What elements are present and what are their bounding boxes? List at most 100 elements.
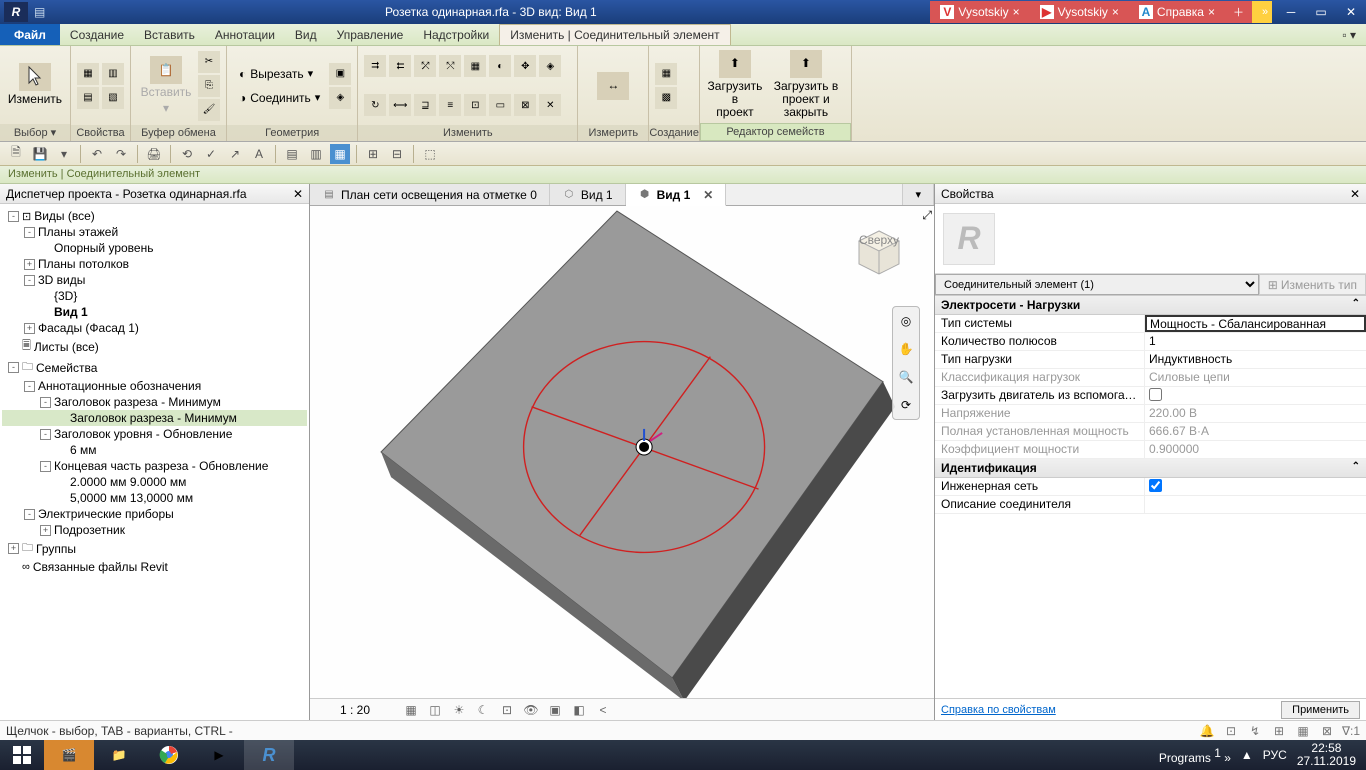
tree-item[interactable]: +Фасады (Фасад 1): [2, 320, 307, 336]
qat-icon[interactable]: ⬚: [420, 144, 440, 164]
menu-view[interactable]: Вид: [285, 24, 327, 45]
vc-misc-icon[interactable]: ◧: [570, 701, 588, 719]
tree-item[interactable]: 2.0000 мм 9.0000 мм: [2, 474, 307, 490]
prop-row[interactable]: Классификация нагрузокСиловые цепи: [935, 369, 1366, 387]
mod-icon[interactable]: ⤲: [439, 55, 461, 77]
tree-item[interactable]: -Заголовок разреза - Минимум: [2, 394, 307, 410]
maximize-button[interactable]: ▭: [1310, 5, 1332, 19]
qat-dropdown-icon[interactable]: ▾: [54, 144, 74, 164]
tree-item[interactable]: 🗏Листы (все): [2, 336, 307, 357]
prop-row[interactable]: Тип системыМощность - Сбалансированная: [935, 315, 1366, 333]
close-icon[interactable]: ✕: [293, 187, 303, 201]
task-chrome[interactable]: [144, 740, 194, 770]
mod-icon[interactable]: ⤱: [414, 55, 436, 77]
qat-redo-icon[interactable]: ↷: [111, 144, 131, 164]
vc-shadow-icon[interactable]: ☾: [474, 701, 492, 719]
nav-pan-icon[interactable]: ✋: [893, 335, 919, 363]
qat-icon[interactable]: ⟲: [177, 144, 197, 164]
load-project[interactable]: ⬆Загрузить в проект: [706, 49, 764, 121]
project-tree[interactable]: -⊡Виды (все)-Планы этажейОпорный уровень…: [0, 204, 309, 720]
apply-button[interactable]: Применить: [1281, 701, 1360, 719]
menu-create[interactable]: Создание: [60, 24, 134, 45]
props-icon-4[interactable]: ▧: [102, 87, 124, 109]
tree-item[interactable]: Опорный уровень: [2, 240, 307, 256]
view-tab-1[interactable]: ▤План сети освещения на отметке 0: [310, 184, 550, 205]
prop-row[interactable]: Полная установленная мощность666.67 В·А: [935, 423, 1366, 441]
prop-checkbox[interactable]: [1149, 479, 1162, 492]
tree-item[interactable]: -Электрические приборы: [2, 506, 307, 522]
task-revit[interactable]: R: [244, 740, 294, 770]
close-icon[interactable]: ×: [1013, 5, 1020, 19]
scale-label[interactable]: 1 : 20: [340, 703, 370, 717]
geom-extra-1[interactable]: ▣: [329, 63, 351, 85]
mod-icon[interactable]: ⟷: [389, 94, 411, 116]
qat-icon[interactable]: ▦: [330, 144, 350, 164]
type-selector[interactable]: Соединительный элемент (1): [935, 274, 1259, 295]
mod-icon[interactable]: ✥: [514, 55, 536, 77]
join-geometry[interactable]: ◑Соединить ▾: [233, 87, 326, 109]
tab-overflow[interactable]: »: [1252, 1, 1272, 23]
task-media[interactable]: ▶: [194, 740, 244, 770]
prop-section-header[interactable]: Электросети - Нагрузки⌃: [935, 296, 1366, 315]
vc-style-icon[interactable]: ◫: [426, 701, 444, 719]
mod-icon[interactable]: ≡: [439, 94, 461, 116]
tree-item[interactable]: Вид 1: [2, 304, 307, 320]
vc-reveal-icon[interactable]: ▣: [546, 701, 564, 719]
mod-icon[interactable]: ↻: [364, 94, 386, 116]
expand-icon[interactable]: ⤢: [922, 208, 932, 223]
nav-wheel-icon[interactable]: ◎: [893, 307, 919, 335]
tray-programs[interactable]: Programs 1 »: [1159, 746, 1231, 765]
qat-icon[interactable]: ▤: [34, 5, 45, 19]
prop-row[interactable]: Коэффициент мощности0.900000: [935, 441, 1366, 459]
menu-file[interactable]: Файл: [0, 24, 60, 45]
props-icon-3[interactable]: ▥: [102, 63, 124, 85]
mod-icon[interactable]: ◐: [489, 55, 511, 77]
prop-row[interactable]: Тип нагрузкиИндуктивность: [935, 351, 1366, 369]
props-icon-2[interactable]: ▤: [77, 87, 99, 109]
qat-open-icon[interactable]: 🗎: [6, 144, 26, 164]
cut-geometry[interactable]: ◐Вырезать ▾: [233, 63, 326, 85]
nav-orbit-icon[interactable]: ⟳: [893, 391, 919, 419]
status-icon[interactable]: 🔔: [1198, 724, 1216, 738]
tree-item[interactable]: 5,0000 мм 13,0000 мм: [2, 490, 307, 506]
qat-icon[interactable]: ✓: [201, 144, 221, 164]
vc-hide-icon[interactable]: 👁: [522, 701, 540, 719]
vc-crop-icon[interactable]: ⊡: [498, 701, 516, 719]
qat-icon[interactable]: ▥: [306, 144, 326, 164]
close-icon[interactable]: ✕: [1350, 187, 1360, 201]
create-icon[interactable]: ▩: [655, 87, 677, 109]
qat-text-icon[interactable]: A: [249, 144, 269, 164]
tree-item[interactable]: +Подрозетник: [2, 522, 307, 538]
status-icon[interactable]: ⊡: [1222, 724, 1240, 738]
mod-icon[interactable]: ◈: [539, 55, 561, 77]
qat-icon[interactable]: ⊟: [387, 144, 407, 164]
mod-icon[interactable]: ▦: [464, 55, 486, 77]
qat-icon[interactable]: ▤: [282, 144, 302, 164]
start-button[interactable]: [0, 740, 44, 770]
qat-save-icon[interactable]: 💾: [30, 144, 50, 164]
mod-icon[interactable]: ✕: [539, 94, 561, 116]
tree-item[interactable]: -Заголовок уровня - Обновление: [2, 426, 307, 442]
view-tab-3[interactable]: ⬢Вид 1✕: [626, 184, 727, 206]
close-button[interactable]: ✕: [1340, 5, 1362, 19]
cut-icon[interactable]: ✂: [198, 51, 220, 73]
menu-help-icon[interactable]: ▫ ▾: [1332, 24, 1366, 45]
prop-checkbox[interactable]: [1149, 388, 1162, 401]
tray-lang[interactable]: РУС: [1263, 748, 1287, 762]
prop-row[interactable]: Описание соединителя: [935, 496, 1366, 514]
mod-icon[interactable]: ▭: [489, 94, 511, 116]
tree-item[interactable]: -Концевая часть разреза - Обновление: [2, 458, 307, 474]
tree-item[interactable]: +🗀Группы: [2, 538, 307, 559]
mod-icon[interactable]: ⊡: [464, 94, 486, 116]
3d-canvas[interactable]: Сверху ◎ ✋ 🔍 ⟳ ⤢: [310, 206, 934, 698]
prop-section-header[interactable]: Идентификация⌃: [935, 459, 1366, 478]
modify-tool[interactable]: Изменить: [6, 49, 64, 121]
tree-item[interactable]: -⊡Виды (все): [2, 208, 307, 224]
menu-manage[interactable]: Управление: [327, 24, 414, 45]
mod-icon[interactable]: ⊒: [414, 94, 436, 116]
minimize-button[interactable]: ─: [1280, 5, 1302, 19]
vc-sun-icon[interactable]: ☀: [450, 701, 468, 719]
menu-modify[interactable]: Изменить | Соединительный элемент: [499, 24, 730, 45]
new-tab-button[interactable]: ＋: [1225, 1, 1252, 23]
menu-annotate[interactable]: Аннотации: [205, 24, 285, 45]
